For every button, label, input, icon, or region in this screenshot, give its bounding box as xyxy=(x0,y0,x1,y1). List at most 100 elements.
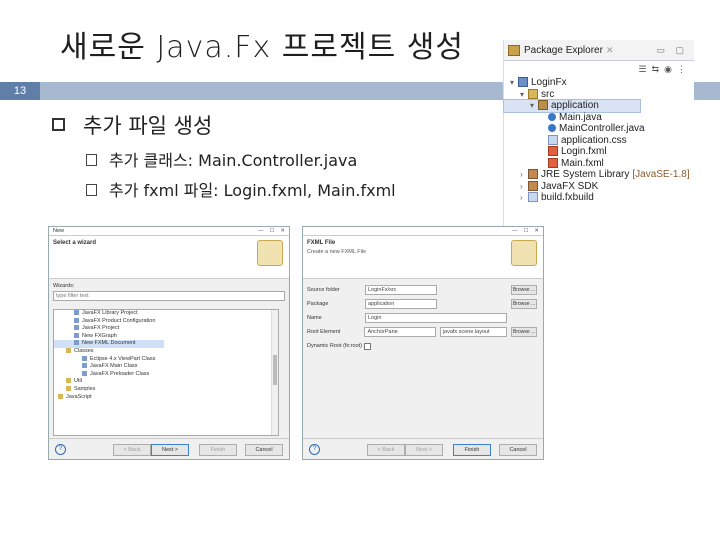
wizard-item-icon xyxy=(74,325,79,331)
back-button[interactable]: < Back xyxy=(367,444,405,456)
folder-icon xyxy=(66,348,71,354)
dynamic-root-checkbox[interactable] xyxy=(364,342,372,350)
tree-item[interactable]: Main.fxml xyxy=(504,158,694,170)
slide-title: 새로운 Java.Fx 프로젝트 생성 xyxy=(60,30,464,65)
package-input[interactable]: application xyxy=(365,299,437,309)
tree-item[interactable]: › JavaFX SDK xyxy=(504,181,694,193)
wizard-list-item[interactable]: JavaFX Library Project xyxy=(54,310,278,318)
library-icon xyxy=(528,180,538,191)
browse-button[interactable]: Browse ... xyxy=(511,299,537,309)
name-input[interactable]: Login xyxy=(365,313,507,323)
fxml-file-icon xyxy=(548,146,558,157)
tree-item[interactable]: MainController.java xyxy=(504,123,694,135)
tree-item[interactable]: ▾ src xyxy=(504,89,694,101)
fxml-file-dialog: — ☐ ✕ FXML File Create a new FXML File Sou… xyxy=(302,226,544,460)
tree-item-label: Login.fxml xyxy=(561,146,607,157)
focus-icon[interactable]: ◉ xyxy=(664,64,672,75)
tree-item-label: Main.fxml xyxy=(561,157,604,169)
wizard-item-icon xyxy=(82,355,87,361)
tree-item-label: JavaFX SDK xyxy=(541,180,599,192)
next-button[interactable]: Next > xyxy=(151,444,189,456)
close-icon[interactable]: ✕ xyxy=(534,228,539,234)
source-folder-row: Source folder LoginFx/src Browse ... xyxy=(307,285,537,295)
wizard-item-icon xyxy=(82,370,87,376)
wizard-list-item[interactable]: JavaFX Project xyxy=(54,325,278,333)
name-row: Name Login xyxy=(307,313,537,323)
tree-item[interactable]: application.css xyxy=(504,135,694,147)
wizard-list-item[interactable]: Classes xyxy=(54,348,278,356)
back-button[interactable]: < Back xyxy=(113,444,151,456)
view-menu-icon[interactable]: ⋮ xyxy=(677,64,686,75)
library-icon xyxy=(528,169,538,180)
wizards-label: Wizards: xyxy=(53,283,75,289)
file-icon xyxy=(528,192,538,203)
dynamic-root-row: Dynamic Root (fx:root) xyxy=(307,341,537,351)
root-element-row: Root Element AnchorPane javafx.scene.lay… xyxy=(307,327,537,337)
wizard-list-item[interactable]: JavaFX Product Configuration xyxy=(54,318,278,326)
view-menu-controls[interactable]: ▭ ▢ xyxy=(656,45,688,56)
scrollbar[interactable] xyxy=(271,310,278,435)
new-wizard-dialog: New — ☐ ✕ Select a wizard Wizards: type fi… xyxy=(48,226,290,460)
css-file-icon xyxy=(548,134,558,145)
browse-button[interactable]: Browse ... xyxy=(511,285,537,295)
wizard-list-item[interactable]: Util xyxy=(54,378,278,386)
tree-item[interactable]: Login.fxml xyxy=(504,146,694,158)
collapse-arrow-icon[interactable]: › xyxy=(520,181,528,193)
tree-item-label: Main.java xyxy=(559,111,602,123)
wizard-banner-icon xyxy=(257,240,283,266)
expand-arrow-icon[interactable]: ▾ xyxy=(510,77,518,89)
wizard-list-item[interactable]: New FXML Document xyxy=(54,340,164,348)
maximize-icon[interactable]: ☐ xyxy=(269,228,274,234)
wizard-list-item-label: JavaFX Main Class xyxy=(90,363,138,370)
tree-item[interactable]: Main.java xyxy=(504,112,694,124)
package-row: Package application Browse ... xyxy=(307,299,537,309)
link-with-editor-icon[interactable]: ⇆ xyxy=(652,64,660,75)
root-element-type: javafx.scene.layout xyxy=(439,327,508,337)
next-button[interactable]: Next > xyxy=(405,444,443,456)
wizard-list-item[interactable]: Samples xyxy=(54,386,278,394)
wizard-list-item[interactable]: Eclipse 4.x ViewPart Class xyxy=(54,356,278,364)
minimize-icon[interactable]: — xyxy=(258,228,264,234)
close-icon[interactable]: ✕ xyxy=(606,45,614,56)
scrollbar-thumb[interactable] xyxy=(273,355,277,385)
wizard-list-item-label: Samples xyxy=(74,385,96,392)
wizard-list-item-label: JavaFX Project xyxy=(82,325,120,332)
finish-button[interactable]: Finish xyxy=(199,444,237,456)
tree-item-label: application xyxy=(551,100,599,111)
minimize-icon[interactable]: — xyxy=(512,228,518,234)
help-icon[interactable]: ? xyxy=(309,444,320,455)
wizard-list-item[interactable]: JavaScript xyxy=(54,394,278,402)
help-icon[interactable]: ? xyxy=(55,444,66,455)
main-bullet-text: 추가 파일 생성 xyxy=(83,114,213,138)
dialog-titlebar: New — ☐ ✕ xyxy=(49,227,289,236)
wizard-list-item[interactable]: JavaFX Preloader Class xyxy=(54,371,278,379)
wizard-list-item[interactable]: New FXGraph xyxy=(54,333,278,341)
package-icon xyxy=(538,100,548,111)
dynamic-root-label: Dynamic Root (fx:root) xyxy=(307,343,363,349)
browse-button[interactable]: Browse ... xyxy=(511,327,537,337)
collapse-arrow-icon[interactable]: › xyxy=(520,169,528,181)
collapse-arrow-icon[interactable]: › xyxy=(520,192,528,204)
project-icon xyxy=(518,77,528,88)
cancel-button[interactable]: Cancel xyxy=(499,444,537,456)
expand-arrow-icon[interactable]: ▾ xyxy=(520,89,528,101)
filter-input[interactable]: type filter text xyxy=(53,291,285,301)
maximize-icon[interactable]: ☐ xyxy=(523,228,528,234)
collapse-all-icon[interactable]: ☰ xyxy=(639,64,647,75)
wizard-item-icon xyxy=(74,340,79,346)
close-icon[interactable]: ✕ xyxy=(280,228,285,234)
cancel-button[interactable]: Cancel xyxy=(245,444,283,456)
root-element-input[interactable]: AnchorPane xyxy=(364,327,436,337)
tree-item[interactable]: ▾ application xyxy=(503,99,641,113)
expand-arrow-icon[interactable]: ▾ xyxy=(530,100,538,112)
tree-item[interactable]: ▾ LoginFx xyxy=(504,77,694,89)
wizard-list-item[interactable]: JavaFX Main Class xyxy=(54,363,278,371)
source-folder-input[interactable]: LoginFx/src xyxy=(365,285,437,295)
package-tree: ▾ LoginFx ▾ src ▾ application Main.java MainCon… xyxy=(503,77,694,204)
tree-item[interactable]: › build.fxbuild xyxy=(504,192,694,204)
package-explorer-tab[interactable]: Package Explorer ✕ ▭ ▢ xyxy=(504,40,694,61)
wizard-list: JavaFX Library Project JavaFX Product Con… xyxy=(53,309,279,436)
finish-button[interactable]: Finish xyxy=(453,444,491,456)
wizard-item-icon xyxy=(74,332,79,338)
tree-item[interactable]: › JRE System Library [JavaSE-1.8] xyxy=(504,169,694,181)
